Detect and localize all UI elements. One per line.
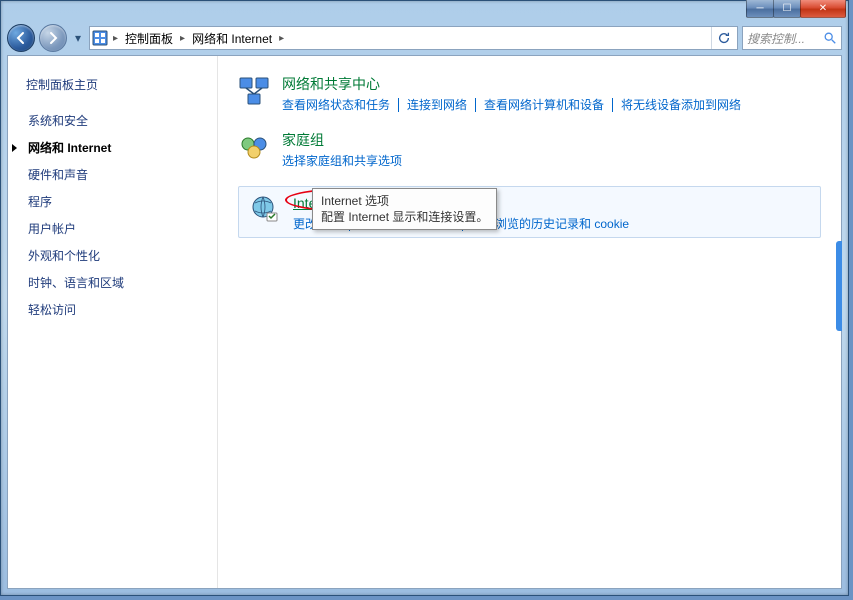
tooltip-body: 配置 Internet 显示和连接设置。 (321, 209, 488, 225)
sidebar-home-link[interactable]: 控制面板主页 (26, 76, 209, 93)
forward-button (39, 24, 67, 52)
sub-link[interactable]: 将无线设备添加到网络 (613, 98, 749, 112)
main-content: 网络和共享中心 查看网络状态和任务 连接到网络 查看网络计算机和设备 将无线设备… (218, 56, 841, 588)
back-arrow-icon (14, 31, 28, 45)
control-panel-window: ─ ☐ ✕ ▾ ▸ 控制面板 ▸ 网络和 Internet ▸ 搜索控制... (0, 0, 849, 596)
address-breadcrumb[interactable]: ▸ 控制面板 ▸ 网络和 Internet ▸ (89, 26, 738, 50)
sidebar-item-ease[interactable]: 轻松访问 (26, 296, 209, 323)
search-icon (823, 31, 837, 45)
close-button[interactable]: ✕ (800, 0, 846, 18)
sidebar-item-network[interactable]: 网络和 Internet (26, 134, 209, 161)
section-network-center: 网络和共享中心 查看网络状态和任务 连接到网络 查看网络计算机和设备 将无线设备… (238, 74, 821, 112)
titlebar[interactable]: ─ ☐ ✕ (1, 1, 848, 21)
section-body: 家庭组 选择家庭组和共享选项 (282, 130, 821, 168)
tooltip-title: Internet 选项 (321, 193, 488, 209)
section-homegroup: 家庭组 选择家庭组和共享选项 (238, 130, 821, 168)
section-links: 选择家庭组和共享选项 (282, 154, 821, 168)
section-title-link[interactable]: 家庭组 (282, 130, 821, 150)
sub-link[interactable]: 查看网络计算机和设备 (476, 98, 613, 112)
sidebar-item-system[interactable]: 系统和安全 (26, 107, 209, 134)
sub-link[interactable]: 选择家庭组和共享选项 (282, 154, 410, 168)
search-placeholder: 搜索控制... (747, 30, 805, 47)
sidebar-item-clock[interactable]: 时钟、语言和区域 (26, 269, 209, 296)
control-panel-icon (92, 30, 108, 46)
network-center-icon (238, 74, 270, 106)
window-buttons-group: ─ ☐ ✕ (747, 0, 846, 18)
sidebar-item-users[interactable]: 用户帐户 (26, 215, 209, 242)
breadcrumb-item-network[interactable]: 网络和 Internet (190, 30, 274, 47)
refresh-button[interactable] (711, 27, 735, 49)
chevron-right-icon[interactable]: ▸ (110, 33, 121, 44)
scrollbar-thumb[interactable] (836, 241, 842, 331)
maximize-button[interactable]: ☐ (773, 0, 801, 18)
history-dropdown[interactable]: ▾ (71, 28, 85, 48)
sidebar: 控制面板主页 系统和安全 网络和 Internet 硬件和声音 程序 用户帐户 … (8, 56, 218, 588)
sidebar-item-appearance[interactable]: 外观和个性化 (26, 242, 209, 269)
sub-link[interactable]: 连接到网络 (399, 98, 476, 112)
back-button[interactable] (7, 24, 35, 52)
section-body: 网络和共享中心 查看网络状态和任务 连接到网络 查看网络计算机和设备 将无线设备… (282, 74, 821, 112)
forward-arrow-icon (46, 31, 60, 45)
section-links: 查看网络状态和任务 连接到网络 查看网络计算机和设备 将无线设备添加到网络 (282, 98, 821, 112)
section-title-link[interactable]: 网络和共享中心 (282, 74, 821, 94)
chevron-right-icon[interactable]: ▸ (276, 33, 287, 44)
homegroup-icon (238, 130, 270, 162)
chevron-right-icon[interactable]: ▸ (177, 33, 188, 44)
sidebar-item-programs[interactable]: 程序 (26, 188, 209, 215)
navigation-bar: ▾ ▸ 控制面板 ▸ 网络和 Internet ▸ 搜索控制... (1, 21, 848, 55)
search-input[interactable]: 搜索控制... (742, 26, 842, 50)
internet-options-icon (249, 193, 281, 225)
sidebar-item-hardware[interactable]: 硬件和声音 (26, 161, 209, 188)
content-frame: 控制面板主页 系统和安全 网络和 Internet 硬件和声音 程序 用户帐户 … (7, 55, 842, 589)
tooltip: Internet 选项 配置 Internet 显示和连接设置。 (312, 188, 497, 230)
breadcrumb-item-control-panel[interactable]: 控制面板 (123, 30, 175, 47)
minimize-button[interactable]: ─ (746, 0, 774, 18)
sub-link[interactable]: 查看网络状态和任务 (282, 98, 399, 112)
